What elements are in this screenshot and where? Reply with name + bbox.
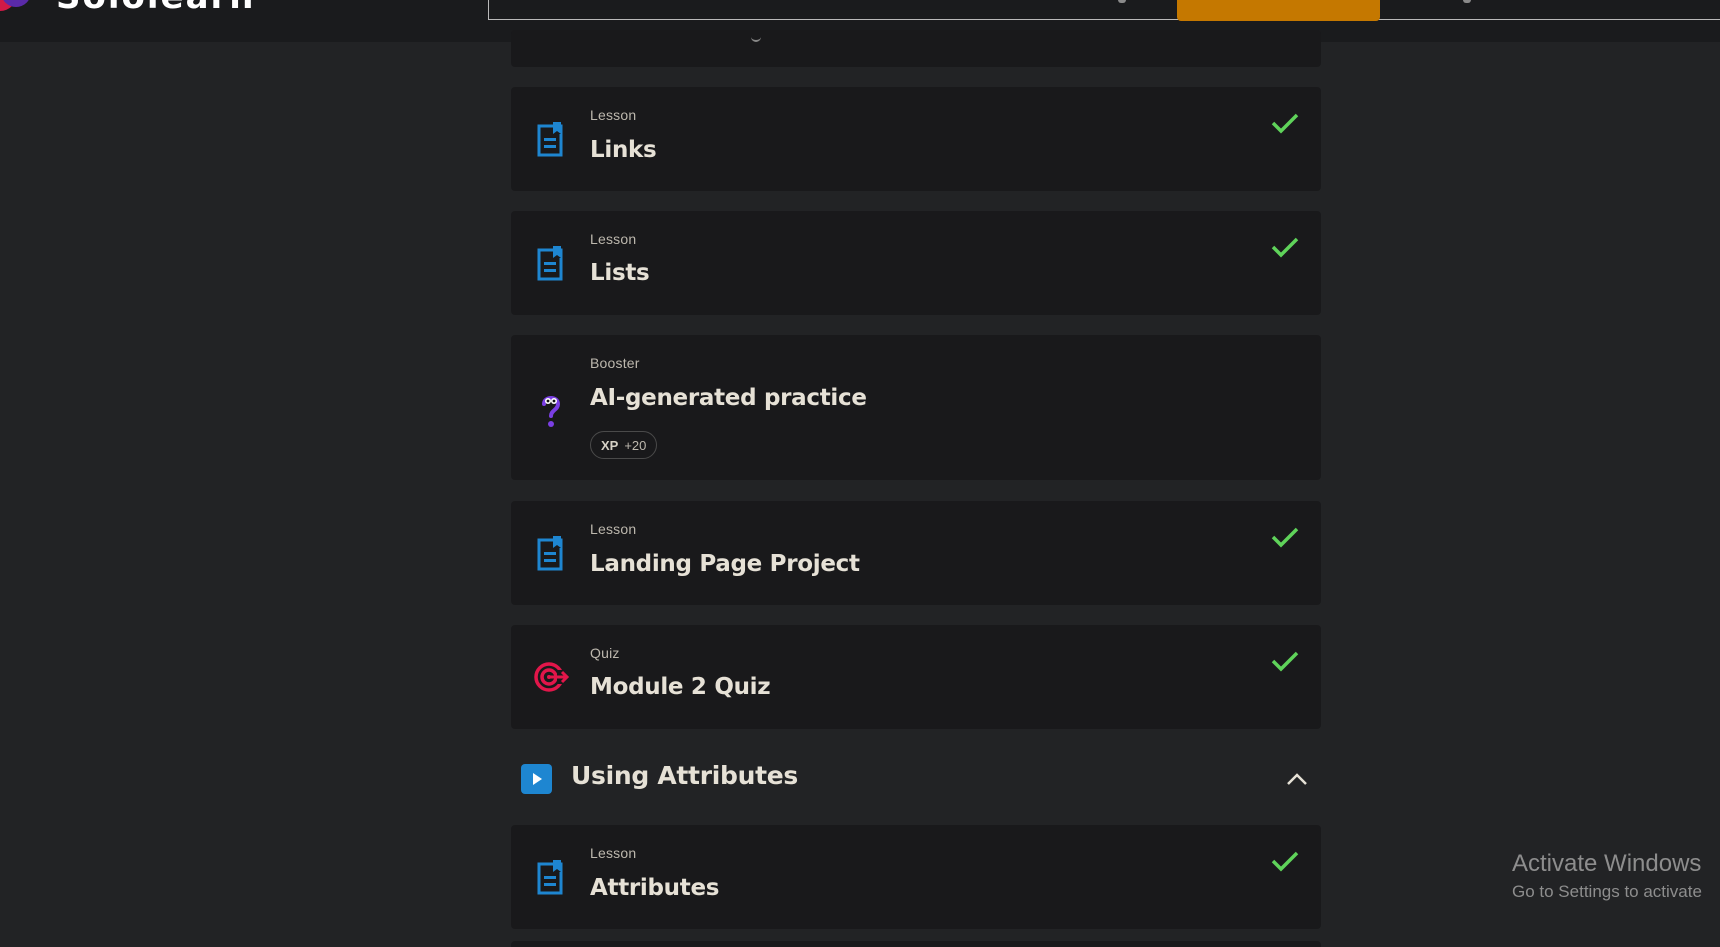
lesson-icon — [537, 860, 563, 895]
windows-activation-watermark: Activate Windows Go to Settings to activ… — [1512, 849, 1702, 903]
chevron-up-icon[interactable] — [1285, 767, 1309, 791]
watermark-subtitle: Go to Settings to activate — [1512, 882, 1702, 901]
list-item-partial[interactable] — [511, 941, 1321, 947]
xp-label: XP — [601, 437, 619, 453]
partial-glyph — [751, 36, 761, 42]
quiz-card-module-2[interactable]: Quiz Module 2 Quiz — [511, 625, 1321, 729]
completed-check-icon — [1271, 237, 1299, 258]
course-page: Sololearn Lesson Links Les — [0, 0, 1720, 947]
booster-question-icon — [542, 396, 561, 427]
completed-check-icon — [1271, 651, 1299, 672]
item-title: AI-generated practice — [590, 385, 867, 411]
item-type-label: Booster — [590, 355, 640, 371]
logo-text[interactable]: Sololearn — [56, 0, 256, 14]
item-type-label: Lesson — [590, 845, 637, 861]
play-icon — [521, 764, 552, 794]
item-title: Attributes — [590, 875, 720, 901]
booster-card-ai-practice[interactable]: Booster AI-generated practice XP +20 — [511, 335, 1321, 480]
lesson-icon — [537, 246, 563, 281]
watermark-title: Activate Windows — [1512, 850, 1702, 877]
item-title: Module 2 Quiz — [590, 674, 771, 700]
lesson-icon — [537, 536, 563, 571]
lesson-card-links[interactable]: Lesson Links — [511, 87, 1321, 191]
completed-check-icon — [1271, 113, 1299, 134]
item-type-label: Lesson — [590, 107, 637, 123]
list-item-partial[interactable] — [511, 30, 1321, 67]
lesson-icon — [537, 122, 563, 157]
lesson-card-landing-page-project[interactable]: Lesson Landing Page Project — [511, 501, 1321, 605]
item-title: Lists — [590, 260, 650, 286]
xp-reward-badge: XP +20 — [590, 431, 658, 459]
module-header-using-attributes[interactable]: Using Attributes — [511, 753, 1321, 803]
item-type-label: Lesson — [590, 521, 637, 537]
lesson-card-lists[interactable]: Lesson Lists — [511, 211, 1321, 315]
xp-value: +20 — [624, 437, 647, 453]
completed-check-icon — [1271, 851, 1299, 872]
header-search-area[interactable] — [488, 0, 1720, 20]
header-cta-button[interactable] — [1177, 0, 1380, 21]
item-title: Links — [590, 137, 657, 163]
item-type-label: Quiz — [590, 645, 620, 661]
quiz-target-icon — [534, 662, 569, 692]
completed-check-icon — [1271, 527, 1299, 548]
logo-icon — [0, 0, 29, 11]
lesson-card-attributes[interactable]: Lesson Attributes — [511, 825, 1321, 929]
item-title: Landing Page Project — [590, 551, 860, 577]
item-type-label: Lesson — [590, 231, 637, 247]
module-title: Using Attributes — [571, 761, 798, 790]
